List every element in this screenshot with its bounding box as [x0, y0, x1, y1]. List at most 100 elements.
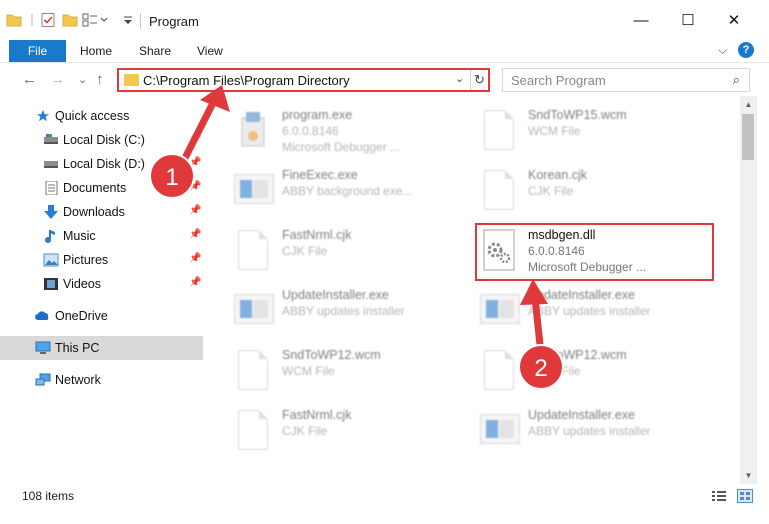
sidebar-item-label: Quick access: [55, 109, 130, 123]
file-item[interactable]: UpdateInstaller.exe ABBY updates install…: [478, 284, 713, 340]
tab-home[interactable]: Home: [80, 44, 112, 58]
file-version: 6.0.0.8146: [282, 124, 339, 138]
app-icon: [480, 288, 520, 334]
sidebar-item-pictures[interactable]: Pictures 📌: [0, 248, 203, 272]
view-details-icon[interactable]: [82, 12, 98, 28]
file-type: CJK File: [528, 184, 574, 198]
maximize-button[interactable]: ☐: [673, 8, 703, 32]
file-item[interactable]: SndToWP15.wcm WCM File: [478, 104, 713, 160]
pin-icon[interactable]: 📌: [189, 157, 201, 168]
tab-file[interactable]: File: [9, 40, 66, 62]
file-name: SndToWP12.wcm: [282, 348, 381, 362]
file-item[interactable]: SndToWP12.wcm WCM File: [478, 344, 713, 400]
sidebar-item-label: Local Disk (C:): [63, 133, 145, 147]
search-input[interactable]: Search Program: [511, 73, 606, 88]
sidebar-item-this-pc[interactable]: This PC: [0, 336, 203, 360]
navigation-pane: Quick access Local Disk (C:) 📌 Local Dis…: [0, 96, 206, 484]
expand-ribbon-icon[interactable]: ⌵: [718, 43, 727, 58]
sidebar-item-local-disk-d[interactable]: Local Disk (D:) 📌: [0, 152, 203, 176]
scroll-thumb[interactable]: [742, 114, 754, 160]
pin-icon[interactable]: 📌: [189, 133, 201, 144]
file-item[interactable]: FastNrml.cjk CJK File: [232, 404, 467, 460]
vertical-scrollbar[interactable]: ▲ ▼: [740, 96, 757, 484]
sidebar-item-network[interactable]: Network: [0, 368, 203, 392]
sidebar-item-videos[interactable]: Videos 📌: [0, 272, 203, 296]
file-item[interactable]: program.exe 6.0.0.8146 Microsoft Debugge…: [232, 104, 467, 160]
file-item[interactable]: FastNrml.cjk CJK File: [232, 224, 467, 280]
address-bar[interactable]: C:\Program Files\Program Directory ⌄ ↻: [117, 68, 490, 92]
cloud-icon: [35, 311, 49, 320]
file-type: WCM File: [528, 364, 581, 378]
window-title: Program: [149, 14, 199, 29]
file-item[interactable]: FineExec.exe ABBY background exe...: [232, 164, 467, 220]
sidebar-item-local-disk-c[interactable]: Local Disk (C:) 📌: [0, 128, 203, 152]
item-count: 108 items: [22, 489, 75, 503]
file-name: SndToWP12.wcm: [528, 348, 627, 362]
app-icon: [234, 288, 274, 334]
sidebar-item-downloads[interactable]: Downloads 📌: [0, 200, 203, 224]
customize-toolbar-icon[interactable]: [122, 12, 134, 28]
title-separator: [140, 13, 141, 29]
forward-button[interactable]: →: [50, 71, 65, 88]
music-icon: [45, 230, 55, 243]
separator-icon: [31, 14, 33, 26]
file-explorer-window: Program — ☐ ✕ File Home Share View ⌵ ? ←…: [0, 0, 769, 524]
file-description: Microsoft Debugger ...: [282, 140, 401, 154]
details-view-icon[interactable]: [711, 489, 727, 503]
file-description: ABBY updates installer: [528, 424, 651, 438]
file-name: UpdateInstaller.exe: [282, 288, 390, 302]
pin-icon[interactable]: 📌: [189, 229, 201, 240]
chevron-down-icon[interactable]: [100, 12, 108, 28]
folder-icon[interactable]: [6, 12, 22, 28]
file-item[interactable]: UpdateInstaller.exe ABBY updates install…: [232, 284, 467, 340]
status-bar: 108 items: [0, 484, 769, 508]
properties-icon[interactable]: [40, 12, 56, 28]
document-icon: [480, 348, 518, 394]
computer-icon: [35, 341, 51, 354]
sidebar-item-music[interactable]: Music 📌: [0, 224, 203, 248]
pin-icon[interactable]: 📌: [189, 181, 201, 192]
sidebar-item-quick-access[interactable]: Quick access: [0, 104, 203, 128]
help-icon[interactable]: ?: [738, 42, 754, 58]
file-item[interactable]: UpdateInstaller.exe ABBY updates install…: [478, 404, 713, 460]
drive-icon: [44, 134, 58, 144]
recent-locations-button[interactable]: ⌄: [78, 73, 87, 86]
sidebar-item-label: Local Disk (D:): [63, 157, 145, 171]
refresh-button[interactable]: ↻: [470, 70, 488, 90]
file-name: program.exe: [282, 108, 353, 122]
sidebar-item-documents[interactable]: Documents 📌: [0, 176, 203, 200]
file-description: ABBY updates installer: [282, 304, 405, 318]
pin-icon[interactable]: 📌: [189, 205, 201, 216]
search-box[interactable]: Search Program ⌕: [502, 68, 750, 92]
file-description: ABBY updates installer: [528, 304, 651, 318]
document-icon: [234, 228, 272, 274]
tab-share[interactable]: Share: [139, 44, 171, 58]
document-icon: [480, 168, 518, 214]
pictures-icon: [43, 253, 59, 267]
sidebar-item-label: OneDrive: [55, 309, 108, 323]
drive-icon: [44, 161, 58, 168]
document-icon: [234, 348, 272, 394]
minimize-button[interactable]: —: [626, 8, 656, 32]
app-icon: [234, 168, 274, 214]
scroll-down-button[interactable]: ▼: [740, 467, 757, 484]
file-item[interactable]: SndToWP12.wcm WCM File: [232, 344, 467, 400]
sidebar-item-onedrive[interactable]: OneDrive: [0, 304, 203, 328]
address-path[interactable]: C:\Program Files\Program Directory: [143, 73, 350, 88]
scroll-up-button[interactable]: ▲: [740, 96, 757, 113]
file-name: FineExec.exe: [282, 168, 358, 182]
pin-icon[interactable]: 📌: [189, 277, 201, 288]
file-name: UpdateInstaller.exe: [528, 408, 636, 422]
back-button[interactable]: ←: [22, 71, 37, 88]
folder-icon: [124, 74, 139, 86]
file-item[interactable]: Korean.cjk CJK File: [478, 164, 713, 220]
tab-view[interactable]: View: [197, 44, 223, 58]
new-folder-icon[interactable]: [62, 12, 78, 28]
sidebar-item-label: Network: [55, 373, 101, 387]
title-bar: Program — ☐ ✕: [0, 0, 769, 40]
close-button[interactable]: ✕: [719, 8, 749, 32]
pin-icon[interactable]: 📌: [189, 253, 201, 264]
chevron-down-icon[interactable]: ⌄: [455, 72, 464, 85]
tiles-view-icon[interactable]: [737, 489, 753, 503]
up-button[interactable]: ↑: [96, 71, 104, 88]
